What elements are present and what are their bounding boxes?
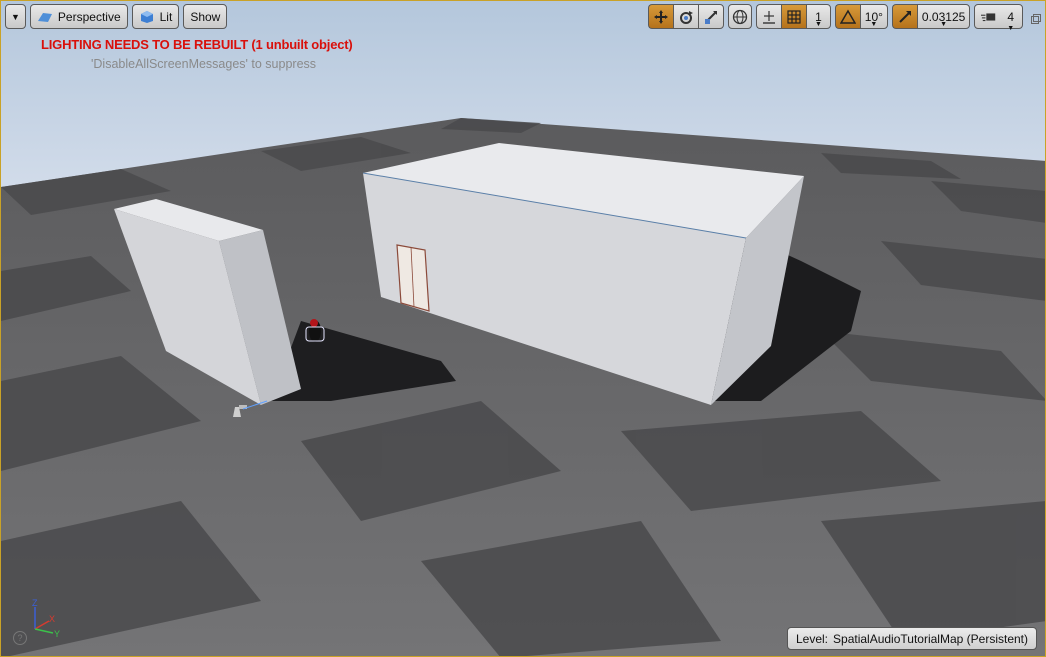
suppress-hint-message: 'DisableAllScreenMessages' to suppress (91, 57, 317, 71)
scale-icon (703, 9, 719, 25)
transform-mode-group (648, 4, 725, 29)
axis-x-label: X (49, 614, 55, 624)
scale-snap-group: 0.03125 ▼ (891, 4, 971, 29)
camera-speed-value: 4 (1007, 9, 1014, 24)
chevron-down-icon: ▼ (1007, 24, 1015, 32)
grid-icon (786, 9, 802, 25)
current-level-indicator: Level: SpatialAudioTutorialMap (Persiste… (786, 627, 1037, 650)
move-arrows-icon (653, 9, 669, 25)
chevron-down-icon: ▼ (870, 21, 878, 28)
door-frame (396, 244, 430, 312)
show-button[interactable]: Show (183, 4, 228, 29)
perspective-icon (37, 9, 53, 25)
scale-snap-toggle[interactable] (891, 4, 917, 29)
rotation-snap-group: 10° ▼ (834, 4, 888, 29)
lit-label: Lit (159, 9, 173, 24)
chevron-down-icon: ▼ (11, 11, 20, 22)
viewport-toolbar-right: 1 ▼ 10° ▼ 0.03125 ▼ 4 ▼ (648, 4, 1023, 32)
viewport-toolbar-left: ▼ Perspective Lit Show (5, 4, 228, 29)
lit-cube-icon (139, 9, 155, 25)
translate-mode-button[interactable] (648, 4, 674, 29)
rotation-snap-toggle[interactable] (834, 4, 860, 29)
scene-3d[interactable] (1, 1, 1046, 657)
view-mode-label: Perspective (57, 9, 121, 24)
axis-z-label: Z (32, 598, 38, 608)
level-viewport[interactable]: ▼ Perspective Lit Show 1 ▼ 10° ▼ 0.03125… (0, 0, 1046, 657)
camera-speed-button[interactable]: 4 ▼ (974, 4, 1023, 32)
view-mode-button[interactable]: Perspective (29, 4, 128, 29)
scale-snap-icon (897, 9, 913, 25)
surface-snap-button[interactable] (756, 4, 782, 29)
angle-icon (839, 9, 856, 25)
camera-speed-value-wrap: 4 ▼ (1005, 9, 1016, 32)
level-prefix: Level: (795, 631, 829, 646)
chevron-down-icon: ▼ (814, 21, 822, 28)
axis-indicator: Z X Y (21, 597, 71, 648)
globe-icon (732, 9, 748, 25)
rotation-snap-value-dropdown[interactable]: 10° ▼ (859, 4, 888, 29)
show-label: Show (190, 9, 221, 24)
axis-y-label: Y (54, 629, 60, 639)
grid-snap-toggle[interactable] (781, 4, 807, 29)
grid-snap-group: 1 ▼ (756, 4, 831, 29)
rotate-mode-button[interactable] (673, 4, 699, 29)
scale-snap-value-dropdown[interactable]: 0.03125 ▼ (916, 4, 971, 29)
rotate-icon (678, 9, 694, 25)
help-icon[interactable]: ? (13, 631, 27, 645)
coordinate-space-button[interactable] (728, 4, 753, 29)
maximize-viewport-icon[interactable] (1031, 11, 1041, 24)
level-name: SpatialAudioTutorialMap (Persistent) (833, 631, 1028, 646)
lighting-warning-message: LIGHTING NEEDS TO BE REBUILT (1 unbuilt … (41, 37, 353, 52)
viewport-options-button[interactable]: ▼ (5, 4, 26, 29)
scale-mode-button[interactable] (698, 4, 725, 29)
grid-snap-value-dropdown[interactable]: 1 ▼ (806, 4, 831, 29)
lit-button[interactable]: Lit (131, 4, 180, 29)
chevron-down-icon: ▼ (940, 21, 948, 28)
surface-snap-icon (761, 9, 777, 25)
camera-speed-icon (981, 9, 997, 25)
